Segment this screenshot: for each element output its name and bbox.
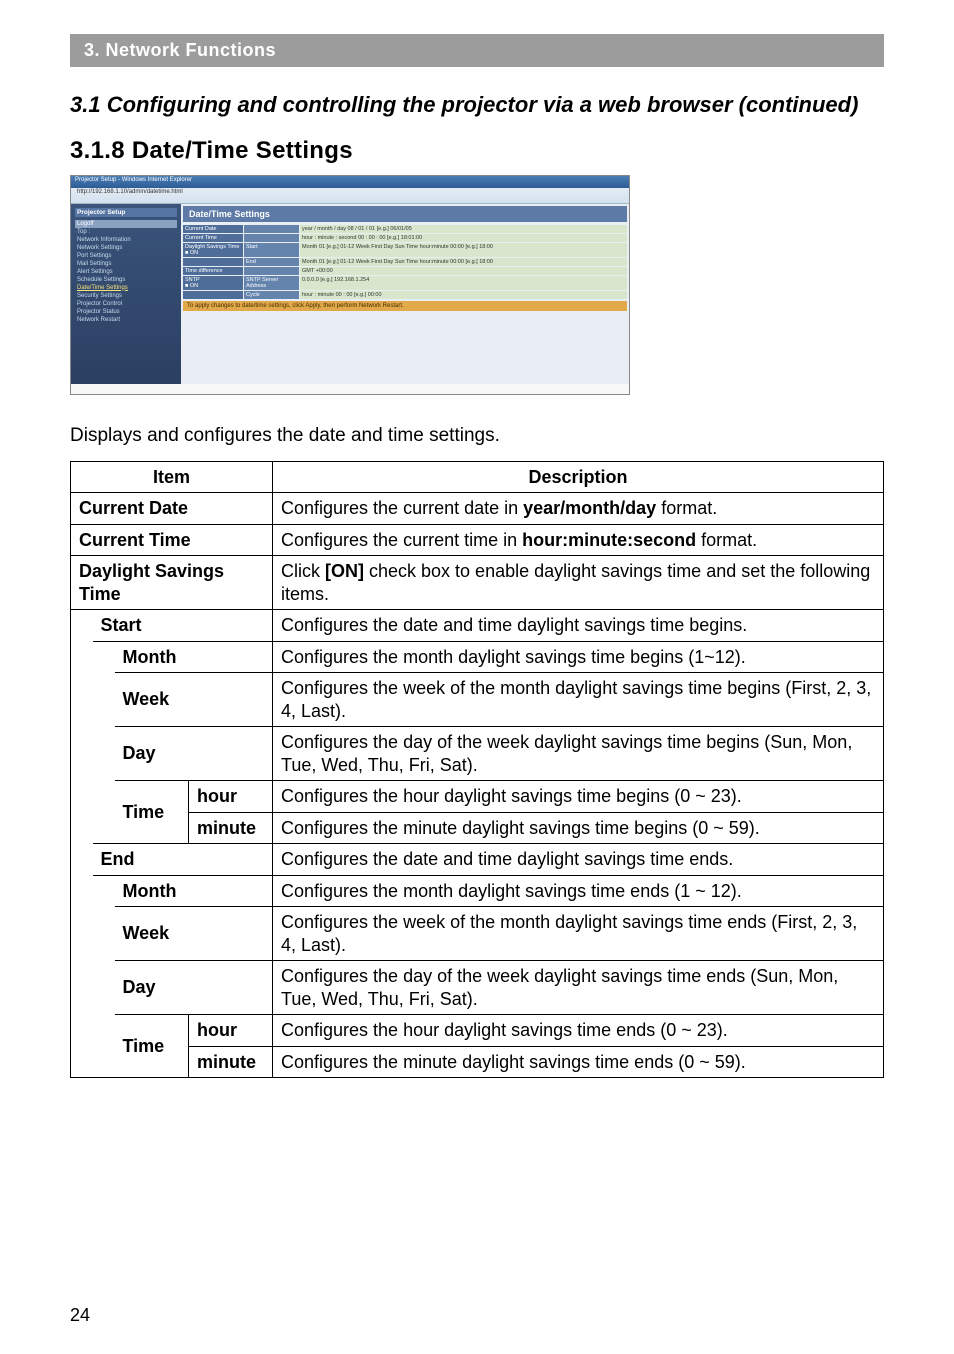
item-dst: Daylight Savings Time bbox=[71, 556, 273, 610]
settings-screenshot: Projector Setup - Windows Internet Explo… bbox=[70, 175, 630, 395]
row-label: Current Time bbox=[183, 234, 243, 242]
item-end-time: Time bbox=[115, 1015, 189, 1078]
row-value: Month 01 [e.g.] 01-12 Week First Day Sun… bbox=[300, 243, 627, 257]
row-value: GMT +00:00 bbox=[300, 267, 627, 275]
desc-start-week: Configures the week of the month dayligh… bbox=[273, 673, 884, 727]
row-sub: Start bbox=[244, 243, 299, 257]
item-start-month: Month bbox=[115, 641, 273, 673]
sidebar-item: Security Settings bbox=[75, 292, 177, 300]
item-current-time: Current Time bbox=[71, 524, 273, 556]
panel-title: Date/Time Settings bbox=[183, 206, 627, 222]
desc-start-hour: Configures the hour daylight savings tim… bbox=[273, 781, 884, 813]
desc-end-minute: Configures the minute daylight savings t… bbox=[273, 1046, 884, 1078]
subsection-title: 3.1.8 Date/Time Settings bbox=[70, 137, 884, 165]
sidebar-item-selected: Date/Time Settings bbox=[75, 284, 177, 292]
item-start: Start bbox=[93, 610, 273, 642]
sidebar-item: Network Information bbox=[75, 236, 177, 244]
row-label: SNTP■ ON bbox=[183, 276, 243, 290]
sidebar-item: Projector Control bbox=[75, 300, 177, 308]
desc-start-day: Configures the day of the week daylight … bbox=[273, 727, 884, 781]
item-end: End bbox=[93, 844, 273, 876]
apply-notice: To apply changes to date/time settings, … bbox=[183, 301, 627, 311]
desc-end-hour: Configures the hour daylight savings tim… bbox=[273, 1015, 884, 1047]
indent-start bbox=[93, 641, 115, 844]
desc-current-date: Configures the current date in year/mont… bbox=[273, 493, 884, 525]
intro-text: Displays and configures the date and tim… bbox=[70, 425, 884, 447]
sidebar-logoff: Logoff bbox=[75, 220, 177, 228]
desc-start: Configures the date and time daylight sa… bbox=[273, 610, 884, 642]
desc-end-day: Configures the day of the week daylight … bbox=[273, 961, 884, 1015]
row-value: year / month / day 08 / 01 / 01 [e.g.] 0… bbox=[300, 225, 627, 233]
item-end-week: Week bbox=[115, 907, 273, 961]
item-start-minute: minute bbox=[189, 812, 273, 844]
sidebar-item: Top : bbox=[75, 228, 177, 236]
sidebar-item: Alert Settings bbox=[75, 268, 177, 276]
desc-start-month: Configures the month daylight savings ti… bbox=[273, 641, 884, 673]
indent-end bbox=[93, 875, 115, 1078]
item-start-time: Time bbox=[115, 781, 189, 844]
settings-table: Item Description Current Date Configures… bbox=[70, 461, 884, 1079]
row-value: hour : minute 00 : 00 [e.g.] 00:00 bbox=[300, 291, 627, 299]
sidebar-item: Projector Status bbox=[75, 308, 177, 316]
desc-end-month: Configures the month daylight savings ti… bbox=[273, 875, 884, 907]
desc-dst: Click [ON] check box to enable daylight … bbox=[273, 556, 884, 610]
section-title: 3.1 Configuring and controlling the proj… bbox=[70, 91, 884, 119]
desc-end: Configures the date and time daylight sa… bbox=[273, 844, 884, 876]
desc-end-week: Configures the week of the month dayligh… bbox=[273, 907, 884, 961]
chapter-header: 3. Network Functions bbox=[70, 34, 884, 67]
main-panel: Date/Time Settings Current Date year / mo… bbox=[181, 204, 629, 384]
row-value: hour : minute : second 00 : 00 : 00 [e.g… bbox=[300, 234, 627, 242]
sidebar-item: Network Restart bbox=[75, 316, 177, 324]
row-sub: Cycle bbox=[244, 291, 299, 299]
desc-current-time: Configures the current time in hour:minu… bbox=[273, 524, 884, 556]
desc-start-minute: Configures the minute daylight savings t… bbox=[273, 812, 884, 844]
sidebar: Projector Setup Logoff Top : Network Inf… bbox=[71, 204, 181, 384]
page-number: 24 bbox=[70, 1305, 90, 1326]
item-end-month: Month bbox=[115, 875, 273, 907]
item-end-day: Day bbox=[115, 961, 273, 1015]
row-sub: End bbox=[244, 258, 299, 266]
item-current-date: Current Date bbox=[71, 493, 273, 525]
item-end-minute: minute bbox=[189, 1046, 273, 1078]
col-header-item: Item bbox=[71, 461, 273, 493]
sidebar-header: Projector Setup bbox=[75, 208, 177, 217]
item-end-hour: hour bbox=[189, 1015, 273, 1047]
item-start-week: Week bbox=[115, 673, 273, 727]
sidebar-item: Schedule Settings bbox=[75, 276, 177, 284]
indent-dst bbox=[71, 610, 93, 1078]
row-label: Current Date bbox=[183, 225, 243, 233]
address-bar: http://192.168.1.10/admin/datetime.html bbox=[71, 188, 629, 196]
window-titlebar: Projector Setup - Windows Internet Explo… bbox=[71, 176, 629, 188]
col-header-desc: Description bbox=[273, 461, 884, 493]
sidebar-item: Network Settings bbox=[75, 244, 177, 252]
row-label: Daylight Savings Time■ ON bbox=[183, 243, 243, 257]
item-start-day: Day bbox=[115, 727, 273, 781]
sidebar-item: Mail Settings bbox=[75, 260, 177, 268]
row-value: Month 01 [e.g.] 01-12 Week First Day Sun… bbox=[300, 258, 627, 266]
row-label: Time difference bbox=[183, 267, 243, 275]
item-start-hour: hour bbox=[189, 781, 273, 813]
row-value: 0.0.0.0 [e.g.] 192.168.1.254 bbox=[300, 276, 627, 290]
row-sub: SNTP Server Address bbox=[244, 276, 299, 290]
sidebar-item: Port Settings bbox=[75, 252, 177, 260]
